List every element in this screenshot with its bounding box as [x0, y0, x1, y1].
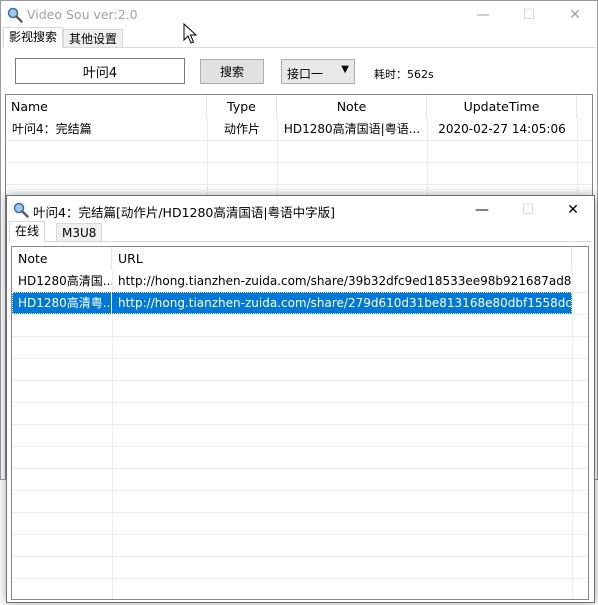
source-select-value: 接口一: [287, 67, 324, 81]
detail-window: 叶问4：完结篇[动作片/HD1280高清国语|粤语中字版] — ☐ ✕ 在线 M…: [6, 195, 595, 603]
search-input[interactable]: 叶问4: [15, 58, 185, 84]
minimize-button[interactable]: —: [460, 1, 506, 29]
main-title-bar[interactable]: Video Sou ver:2.0 — ☐ ✕: [1, 1, 597, 29]
close-button[interactable]: ✕: [550, 196, 596, 224]
results-header: Name Type Note UpdateTime: [6, 95, 592, 118]
magnifier-icon: [7, 7, 23, 23]
col-header-note[interactable]: Note: [277, 95, 427, 118]
main-window-title: Video Sou ver:2.0: [27, 7, 138, 22]
link-url: http://hong.tianzhen-zuida.com/share/39b…: [118, 274, 572, 288]
links-header: Note URL: [12, 247, 588, 270]
col-header-name[interactable]: Name: [6, 95, 207, 118]
magnifier-icon: [13, 202, 29, 218]
tab-video-search[interactable]: 影视搜索: [3, 27, 64, 48]
tab-online[interactable]: 在线: [9, 221, 46, 242]
result-update-time: 2020-02-27 14:05:06: [438, 122, 566, 136]
col-header-url[interactable]: URL: [112, 247, 572, 270]
link-url: http://hong.tianzhen-zuida.com/share/279…: [112, 292, 572, 314]
source-select[interactable]: 接口一 ▼: [281, 59, 355, 84]
detail-title-bar[interactable]: 叶问4：完结篇[动作片/HD1280高清国语|粤语中字版] — ☐ ✕: [7, 196, 594, 224]
result-note: HD1280高清国语|粤语...: [283, 122, 421, 136]
main-tab-strip: 影视搜索 其他设置: [3, 27, 595, 48]
col-header-note[interactable]: Note: [12, 247, 112, 270]
tab-other-settings[interactable]: 其他设置: [63, 29, 124, 47]
maximize-button[interactable]: ☐: [505, 196, 551, 224]
close-button[interactable]: ✕: [552, 1, 598, 29]
result-type: 动作片: [223, 122, 260, 136]
col-header-type[interactable]: Type: [207, 95, 277, 118]
maximize-button[interactable]: ☐: [506, 1, 552, 29]
elapsed-time-label: 耗时：562s: [374, 68, 434, 81]
chevron-down-icon: ▼: [341, 64, 349, 75]
table-row-selected[interactable]: HD1280高清粤... http://hong.tianzhen-zuida.…: [12, 292, 588, 314]
detail-tab-strip: 在线 M3U8: [9, 221, 592, 242]
link-note: HD1280高清国...: [18, 274, 112, 288]
link-note: HD1280高清粤...: [12, 292, 112, 314]
table-row[interactable]: 叶问4：完结篇 动作片 HD1280高清国语|粤语... 2020-02-27 …: [6, 118, 592, 140]
result-name: 叶问4：完结篇: [12, 122, 92, 136]
col-header-update-time[interactable]: UpdateTime: [427, 95, 577, 118]
mouse-cursor-icon: [183, 23, 197, 44]
links-list[interactable]: Note URL HD1280高清国... http://hong.tianzh…: [11, 246, 589, 600]
minimize-button[interactable]: —: [459, 196, 505, 224]
table-row[interactable]: HD1280高清国... http://hong.tianzhen-zuida.…: [12, 270, 588, 292]
detail-window-title: 叶问4：完结篇[动作片/HD1280高清国语|粤语中字版]: [33, 205, 335, 220]
search-button[interactable]: 搜索: [200, 59, 264, 84]
tab-m3u8[interactable]: M3U8: [56, 223, 103, 241]
